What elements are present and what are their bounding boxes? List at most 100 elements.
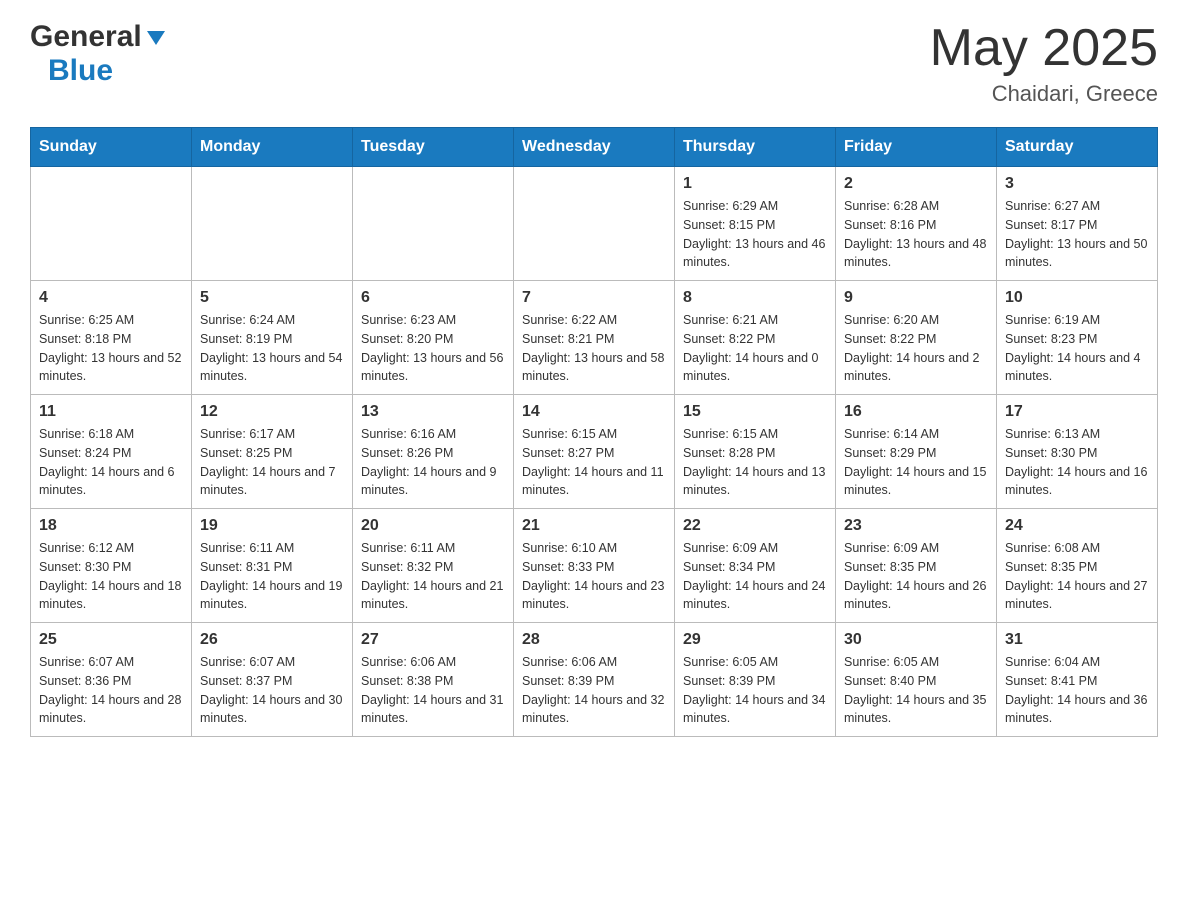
table-row: 19 Sunrise: 6:11 AMSunset: 8:31 PMDayligh… (192, 509, 353, 623)
day-info: Sunrise: 6:04 AMSunset: 8:41 PMDaylight:… (1005, 653, 1149, 728)
day-info: Sunrise: 6:13 AMSunset: 8:30 PMDaylight:… (1005, 425, 1149, 500)
col-sunday: Sunday (31, 128, 192, 167)
day-info: Sunrise: 6:16 AMSunset: 8:26 PMDaylight:… (361, 425, 505, 500)
day-number: 15 (683, 403, 827, 421)
table-row (192, 167, 353, 281)
table-row: 15 Sunrise: 6:15 AMSunset: 8:28 PMDayligh… (675, 395, 836, 509)
day-number: 30 (844, 631, 988, 649)
month-title: May 2025 (930, 20, 1158, 77)
day-info: Sunrise: 6:12 AMSunset: 8:30 PMDaylight:… (39, 539, 183, 614)
table-row: 23Sunrise: 6:09 AMSunset: 8:35 PMDayligh… (836, 509, 997, 623)
day-number: 9 (844, 289, 988, 307)
title-section: May 2025 Chaidari, Greece (930, 20, 1158, 107)
table-row: 1 Sunrise: 6:29 AMSunset: 8:15 PMDaylight… (675, 167, 836, 281)
day-info: Sunrise: 6:06 AMSunset: 8:39 PMDaylight:… (522, 653, 666, 728)
table-row: 2Sunrise: 6:28 AMSunset: 8:16 PMDaylight… (836, 167, 997, 281)
table-row: 13 Sunrise: 6:16 AMSunset: 8:26 PMDayligh… (353, 395, 514, 509)
day-info: Sunrise: 6:23 AMSunset: 8:20 PMDaylight:… (361, 311, 505, 386)
day-number: 17 (1005, 403, 1149, 421)
table-row: 20Sunrise: 6:11 AMSunset: 8:32 PMDayligh… (353, 509, 514, 623)
day-number: 7 (522, 289, 666, 307)
day-number: 14 (522, 403, 666, 421)
day-info: Sunrise: 6:06 AMSunset: 8:38 PMDaylight:… (361, 653, 505, 728)
day-info: Sunrise: 6:07 AMSunset: 8:36 PMDaylight:… (39, 653, 183, 728)
col-thursday: Thursday (675, 128, 836, 167)
day-info: Sunrise: 6:24 AMSunset: 8:19 PMDaylight:… (200, 311, 344, 386)
day-number: 21 (522, 517, 666, 535)
table-row: 10 Sunrise: 6:19 AMSunset: 8:23 PMDayligh… (997, 281, 1158, 395)
calendar-week-row: 25Sunrise: 6:07 AMSunset: 8:36 PMDayligh… (31, 623, 1158, 737)
table-row: 17 Sunrise: 6:13 AMSunset: 8:30 PMDayligh… (997, 395, 1158, 509)
day-number: 1 (683, 175, 827, 193)
table-row: 11 Sunrise: 6:18 AMSunset: 8:24 PMDayligh… (31, 395, 192, 509)
table-row: 24 Sunrise: 6:08 AMSunset: 8:35 PMDayligh… (997, 509, 1158, 623)
calendar-week-row: 4Sunrise: 6:25 AMSunset: 8:18 PMDaylight… (31, 281, 1158, 395)
table-row: 29 Sunrise: 6:05 AMSunset: 8:39 PMDayligh… (675, 623, 836, 737)
day-info: Sunrise: 6:22 AMSunset: 8:21 PMDaylight:… (522, 311, 666, 386)
day-info: Sunrise: 6:07 AMSunset: 8:37 PMDaylight:… (200, 653, 344, 728)
day-info: Sunrise: 6:11 AMSunset: 8:31 PMDaylight:… (200, 539, 344, 614)
day-info: Sunrise: 6:08 AMSunset: 8:35 PMDaylight:… (1005, 539, 1149, 614)
day-number: 29 (683, 631, 827, 649)
col-friday: Friday (836, 128, 997, 167)
day-info: Sunrise: 6:25 AMSunset: 8:18 PMDaylight:… (39, 311, 183, 386)
day-info: Sunrise: 6:14 AMSunset: 8:29 PMDaylight:… (844, 425, 988, 500)
day-number: 13 (361, 403, 505, 421)
day-info: Sunrise: 6:15 AMSunset: 8:27 PMDaylight:… (522, 425, 666, 500)
calendar-header-row: Sunday Monday Tuesday Wednesday Thursday… (31, 128, 1158, 167)
day-number: 3 (1005, 175, 1149, 193)
day-info: Sunrise: 6:29 AMSunset: 8:15 PMDaylight:… (683, 197, 827, 272)
table-row: 5 Sunrise: 6:24 AMSunset: 8:19 PMDaylight… (192, 281, 353, 395)
table-row: 16Sunrise: 6:14 AMSunset: 8:29 PMDayligh… (836, 395, 997, 509)
day-number: 11 (39, 403, 183, 421)
day-number: 22 (683, 517, 827, 535)
day-info: Sunrise: 6:09 AMSunset: 8:34 PMDaylight:… (683, 539, 827, 614)
day-info: Sunrise: 6:05 AMSunset: 8:39 PMDaylight:… (683, 653, 827, 728)
day-info: Sunrise: 6:10 AMSunset: 8:33 PMDaylight:… (522, 539, 666, 614)
table-row: 4Sunrise: 6:25 AMSunset: 8:18 PMDaylight… (31, 281, 192, 395)
table-row (514, 167, 675, 281)
col-tuesday: Tuesday (353, 128, 514, 167)
day-number: 10 (1005, 289, 1149, 307)
location: Chaidari, Greece (930, 81, 1158, 107)
table-row: 7 Sunrise: 6:22 AMSunset: 8:21 PMDaylight… (514, 281, 675, 395)
calendar-week-row: 18 Sunrise: 6:12 AMSunset: 8:30 PMDayligh… (31, 509, 1158, 623)
table-row: 6 Sunrise: 6:23 AMSunset: 8:20 PMDaylight… (353, 281, 514, 395)
day-number: 6 (361, 289, 505, 307)
logo-triangle-icon (145, 27, 167, 49)
table-row: 21 Sunrise: 6:10 AMSunset: 8:33 PMDayligh… (514, 509, 675, 623)
logo-blue-text: Blue (48, 54, 113, 87)
col-wednesday: Wednesday (514, 128, 675, 167)
table-row: 12 Sunrise: 6:17 AMSunset: 8:25 PMDayligh… (192, 395, 353, 509)
day-number: 28 (522, 631, 666, 649)
day-number: 5 (200, 289, 344, 307)
day-info: Sunrise: 6:17 AMSunset: 8:25 PMDaylight:… (200, 425, 344, 500)
table-row: 18 Sunrise: 6:12 AMSunset: 8:30 PMDayligh… (31, 509, 192, 623)
day-info: Sunrise: 6:21 AMSunset: 8:22 PMDaylight:… (683, 311, 827, 386)
table-row: 9Sunrise: 6:20 AMSunset: 8:22 PMDaylight… (836, 281, 997, 395)
table-row (353, 167, 514, 281)
table-row: 25Sunrise: 6:07 AMSunset: 8:36 PMDayligh… (31, 623, 192, 737)
col-saturday: Saturday (997, 128, 1158, 167)
day-info: Sunrise: 6:11 AMSunset: 8:32 PMDaylight:… (361, 539, 505, 614)
table-row: 27Sunrise: 6:06 AMSunset: 8:38 PMDayligh… (353, 623, 514, 737)
day-number: 18 (39, 517, 183, 535)
calendar-week-row: 1 Sunrise: 6:29 AMSunset: 8:15 PMDaylight… (31, 167, 1158, 281)
day-number: 12 (200, 403, 344, 421)
day-number: 24 (1005, 517, 1149, 535)
table-row: 14 Sunrise: 6:15 AMSunset: 8:27 PMDayligh… (514, 395, 675, 509)
day-info: Sunrise: 6:19 AMSunset: 8:23 PMDaylight:… (1005, 311, 1149, 386)
day-number: 23 (844, 517, 988, 535)
col-monday: Monday (192, 128, 353, 167)
day-info: Sunrise: 6:15 AMSunset: 8:28 PMDaylight:… (683, 425, 827, 500)
day-number: 31 (1005, 631, 1149, 649)
day-number: 19 (200, 517, 344, 535)
day-number: 8 (683, 289, 827, 307)
calendar-table: Sunday Monday Tuesday Wednesday Thursday… (30, 127, 1158, 737)
day-info: Sunrise: 6:28 AMSunset: 8:16 PMDaylight:… (844, 197, 988, 272)
page-header: General Blue May 2025 Chaidari, Greece (30, 20, 1158, 107)
day-info: Sunrise: 6:18 AMSunset: 8:24 PMDaylight:… (39, 425, 183, 500)
logo-general-text: General (30, 20, 142, 54)
table-row (31, 167, 192, 281)
calendar-week-row: 11 Sunrise: 6:18 AMSunset: 8:24 PMDayligh… (31, 395, 1158, 509)
